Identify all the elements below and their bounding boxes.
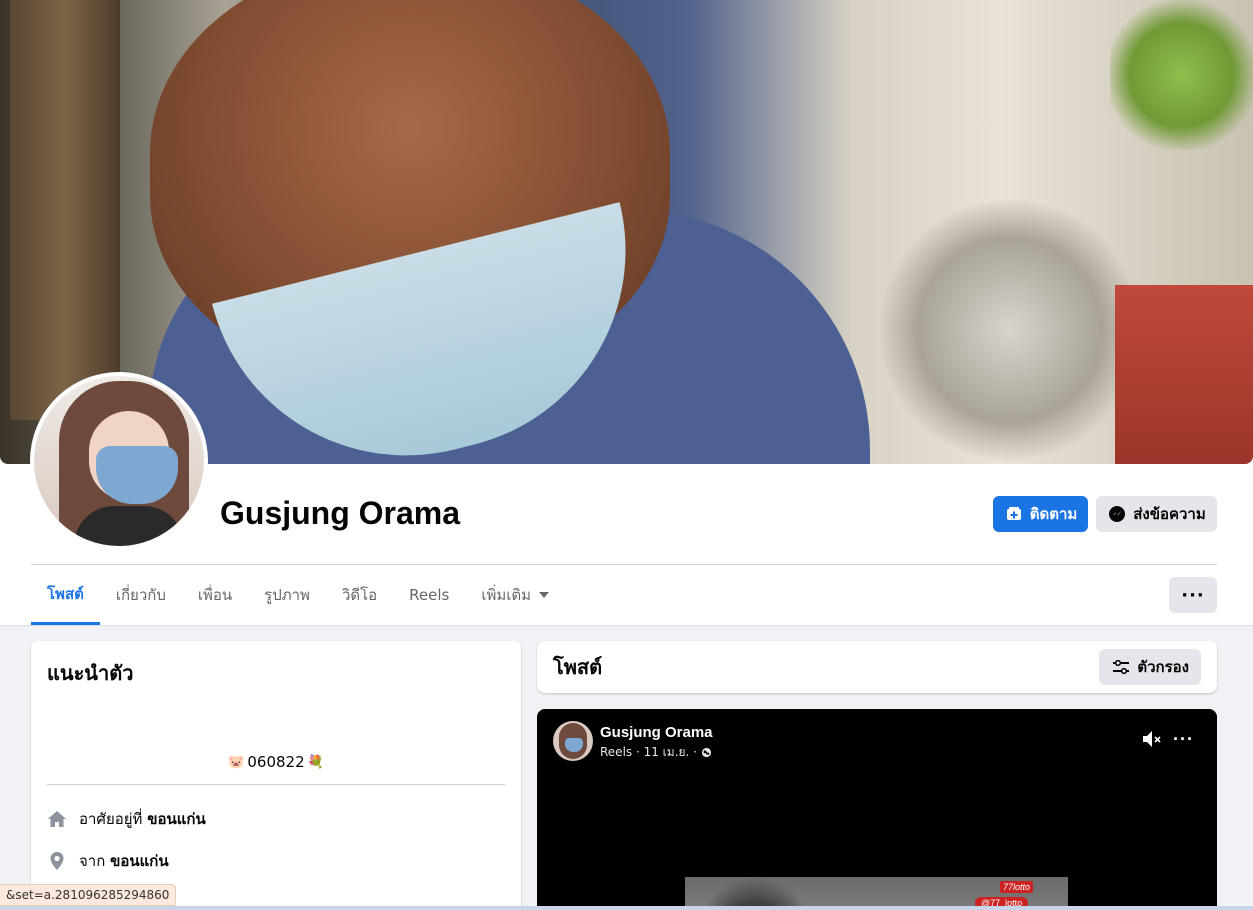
- globe-icon: [701, 747, 713, 759]
- send-message-button[interactable]: ส่งข้อความ: [1096, 496, 1217, 532]
- cover-motorbike: [880, 200, 1140, 460]
- reel-author-name[interactable]: Gusjung Orama: [600, 724, 713, 741]
- cover-wood-post: [10, 0, 120, 420]
- reel-more-options-button[interactable]: ···: [1173, 729, 1194, 750]
- lives-in-row: อาศัยอยู่ที่ ขอนแก่น: [47, 807, 206, 831]
- status-bar-url: &set=a.281096285294860: [0, 884, 177, 906]
- tab-friends-label: เพื่อน: [197, 586, 233, 604]
- filter-button[interactable]: ตัวกรอง: [1099, 649, 1201, 685]
- reel-author-avatar[interactable]: [553, 721, 593, 761]
- from-row: จาก ขอนแก่น: [47, 849, 169, 873]
- posts-title: โพสต์: [553, 655, 603, 679]
- tabs-bottom-border: [0, 625, 1253, 626]
- header-divider: [31, 564, 1217, 565]
- tab-posts-label: โพสต์: [47, 585, 84, 603]
- bouquet-emoji-icon: 💐: [307, 754, 324, 770]
- tab-photos[interactable]: รูปภาพ: [248, 566, 326, 624]
- lives-in-label: อาศัยอยู่ที่: [79, 810, 143, 828]
- from-value[interactable]: ขอนแก่น: [110, 852, 169, 870]
- chevron-down-icon: [539, 592, 550, 598]
- cover-red-crate: [1115, 285, 1253, 464]
- intro-card: แนะนำตัว 🐷 060822 💐 อาศัยอยู่ที่ ขอนแก่น…: [31, 641, 521, 910]
- window-bottom-bar: [0, 906, 1253, 910]
- intro-bio: 🐷 060822 💐: [31, 753, 521, 771]
- reel-meta-text[interactable]: Reels · 11 เม.ย. ·: [600, 743, 697, 762]
- reel-lotto-badge: 77lotto: [1000, 881, 1034, 893]
- send-message-button-label: ส่งข้อความ: [1133, 505, 1206, 523]
- tab-reels[interactable]: Reels: [393, 566, 465, 624]
- reel-post[interactable]: Gusjung Orama Reels · 11 เม.ย. · ··· 77l…: [537, 709, 1217, 910]
- filter-button-label: ตัวกรอง: [1137, 658, 1189, 676]
- from-label: จาก: [79, 852, 106, 870]
- follow-button-label: ติดตาม: [1029, 505, 1078, 523]
- reel-avatar-mask: [565, 738, 583, 752]
- reel-meta: Reels · 11 เม.ย. ·: [600, 743, 713, 762]
- pig-emoji-icon: 🐷: [228, 754, 245, 770]
- tab-more-label: เพิ่มเติม: [481, 586, 532, 604]
- tab-about[interactable]: เกี่ยวกับ: [100, 566, 182, 624]
- location-pin-icon: [47, 851, 67, 871]
- profile-name: Gusjung Orama: [220, 495, 461, 531]
- posts-header-card: โพสต์ ตัวกรอง: [537, 641, 1217, 693]
- tab-about-label: เกี่ยวกับ: [115, 586, 166, 604]
- tab-more[interactable]: เพิ่มเติม: [465, 566, 565, 624]
- home-icon: [47, 809, 67, 829]
- follow-plus-icon: [1004, 504, 1024, 524]
- tab-videos[interactable]: วิดีโอ: [326, 566, 393, 624]
- tab-reels-label: Reels: [409, 586, 450, 604]
- profile-tabs: โพสต์ เกี่ยวกับ เพื่อน รูปภาพ วิดีโอ Ree…: [31, 566, 565, 626]
- follow-button[interactable]: ติดตาม: [993, 496, 1088, 532]
- cover-photo[interactable]: [0, 0, 1253, 464]
- tab-videos-label: วิดีโอ: [341, 586, 378, 604]
- tab-photos-label: รูปภาพ: [264, 586, 310, 604]
- tab-friends[interactable]: เพื่อน: [182, 566, 248, 624]
- intro-bio-text: 060822: [247, 753, 305, 771]
- lives-in-value[interactable]: ขอนแก่น: [147, 810, 206, 828]
- filter-sliders-icon: [1111, 657, 1131, 677]
- profile-picture[interactable]: [30, 372, 208, 550]
- profile-avatar-image: [34, 376, 204, 546]
- messenger-icon: [1107, 504, 1127, 524]
- tab-posts[interactable]: โพสต์: [31, 566, 100, 625]
- cover-tree-leaves: [1110, 0, 1253, 150]
- profile-more-options-button[interactable]: ···: [1169, 577, 1217, 613]
- intro-divider: [47, 784, 505, 785]
- speaker-muted-icon[interactable]: [1141, 729, 1163, 749]
- intro-title: แนะนำตัว: [47, 661, 134, 685]
